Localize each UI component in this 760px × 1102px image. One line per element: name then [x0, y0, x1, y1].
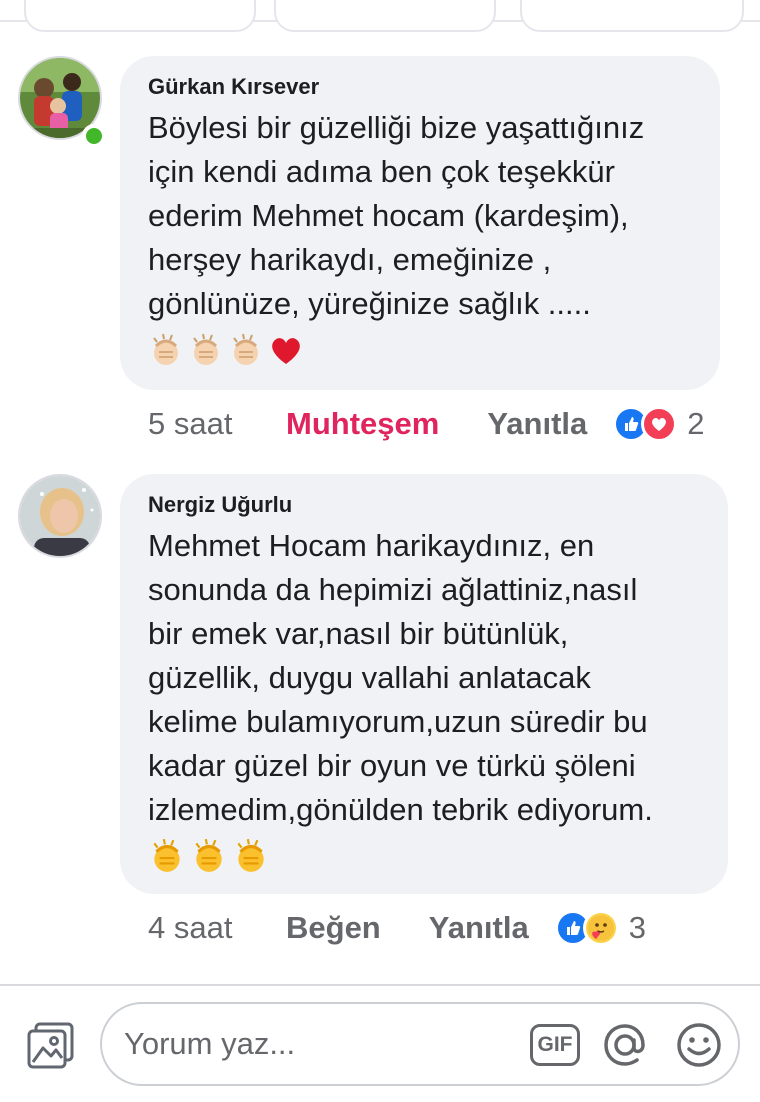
comment-composer: Yorum yaz... GIF: [0, 986, 760, 1102]
comment-author[interactable]: Nergiz Uğurlu: [148, 492, 704, 518]
previous-card: [520, 0, 744, 32]
love-icon: [641, 406, 678, 442]
mention-icon[interactable]: [600, 1020, 650, 1070]
like-button[interactable]: Beğen: [286, 910, 381, 946]
red-heart-icon: [268, 332, 304, 373]
comment-input[interactable]: Yorum yaz... GIF: [100, 1002, 740, 1086]
clapping-hands-icon: [228, 332, 264, 373]
clapping-hands-icon: [188, 332, 224, 373]
comment-emojis: [148, 332, 696, 372]
avatar[interactable]: [18, 474, 102, 558]
photo-icon[interactable]: [26, 1020, 76, 1070]
reaction-summary[interactable]: [554, 910, 619, 946]
comment-input-placeholder: Yorum yaz...: [124, 1026, 296, 1061]
reaction-count[interactable]: 3: [629, 910, 646, 946]
reaction-button[interactable]: Muhteşem: [286, 406, 439, 442]
clapping-hands-icon: [190, 837, 228, 880]
comment-text: Böylesi bir güzelliği bize yaşattığınız …: [148, 110, 645, 321]
care-icon: [582, 910, 619, 946]
comment-actions: 5 saat Muhteşem Yanıtla 2: [148, 406, 705, 442]
comment-time: 5 saat: [148, 406, 233, 441]
clapping-hands-icon: [148, 837, 186, 880]
clapping-hands-icon: [232, 837, 270, 880]
reply-button[interactable]: Yanıtla: [487, 406, 587, 442]
comments-screen: Gürkan Kırsever Böylesi bir güzelliği bi…: [0, 0, 760, 1102]
reply-button[interactable]: Yanıtla: [429, 910, 529, 946]
comment-bubble[interactable]: Nergiz Uğurlu Mehmet Hocam harikaydınız,…: [120, 474, 728, 894]
comment-author[interactable]: Gürkan Kırsever: [148, 74, 696, 100]
emoji-picker-icon[interactable]: [674, 1020, 724, 1070]
online-status-dot: [82, 124, 106, 148]
previous-card: [274, 0, 496, 32]
comment-emojis: [148, 838, 704, 878]
previous-content-edge: [0, 0, 760, 36]
comment-text: Mehmet Hocam harikaydınız, en sonunda da…: [148, 528, 653, 827]
comment-bubble[interactable]: Gürkan Kırsever Böylesi bir güzelliği bi…: [120, 56, 720, 390]
previous-card: [24, 0, 256, 32]
clapping-hands-icon: [148, 332, 184, 373]
comment-time: 4 saat: [148, 910, 233, 945]
reaction-count[interactable]: 2: [687, 406, 704, 442]
gif-button[interactable]: GIF: [530, 1024, 580, 1066]
comment-actions: 4 saat Beğen Yanıtla 3: [148, 910, 646, 946]
reaction-summary[interactable]: [613, 406, 678, 442]
